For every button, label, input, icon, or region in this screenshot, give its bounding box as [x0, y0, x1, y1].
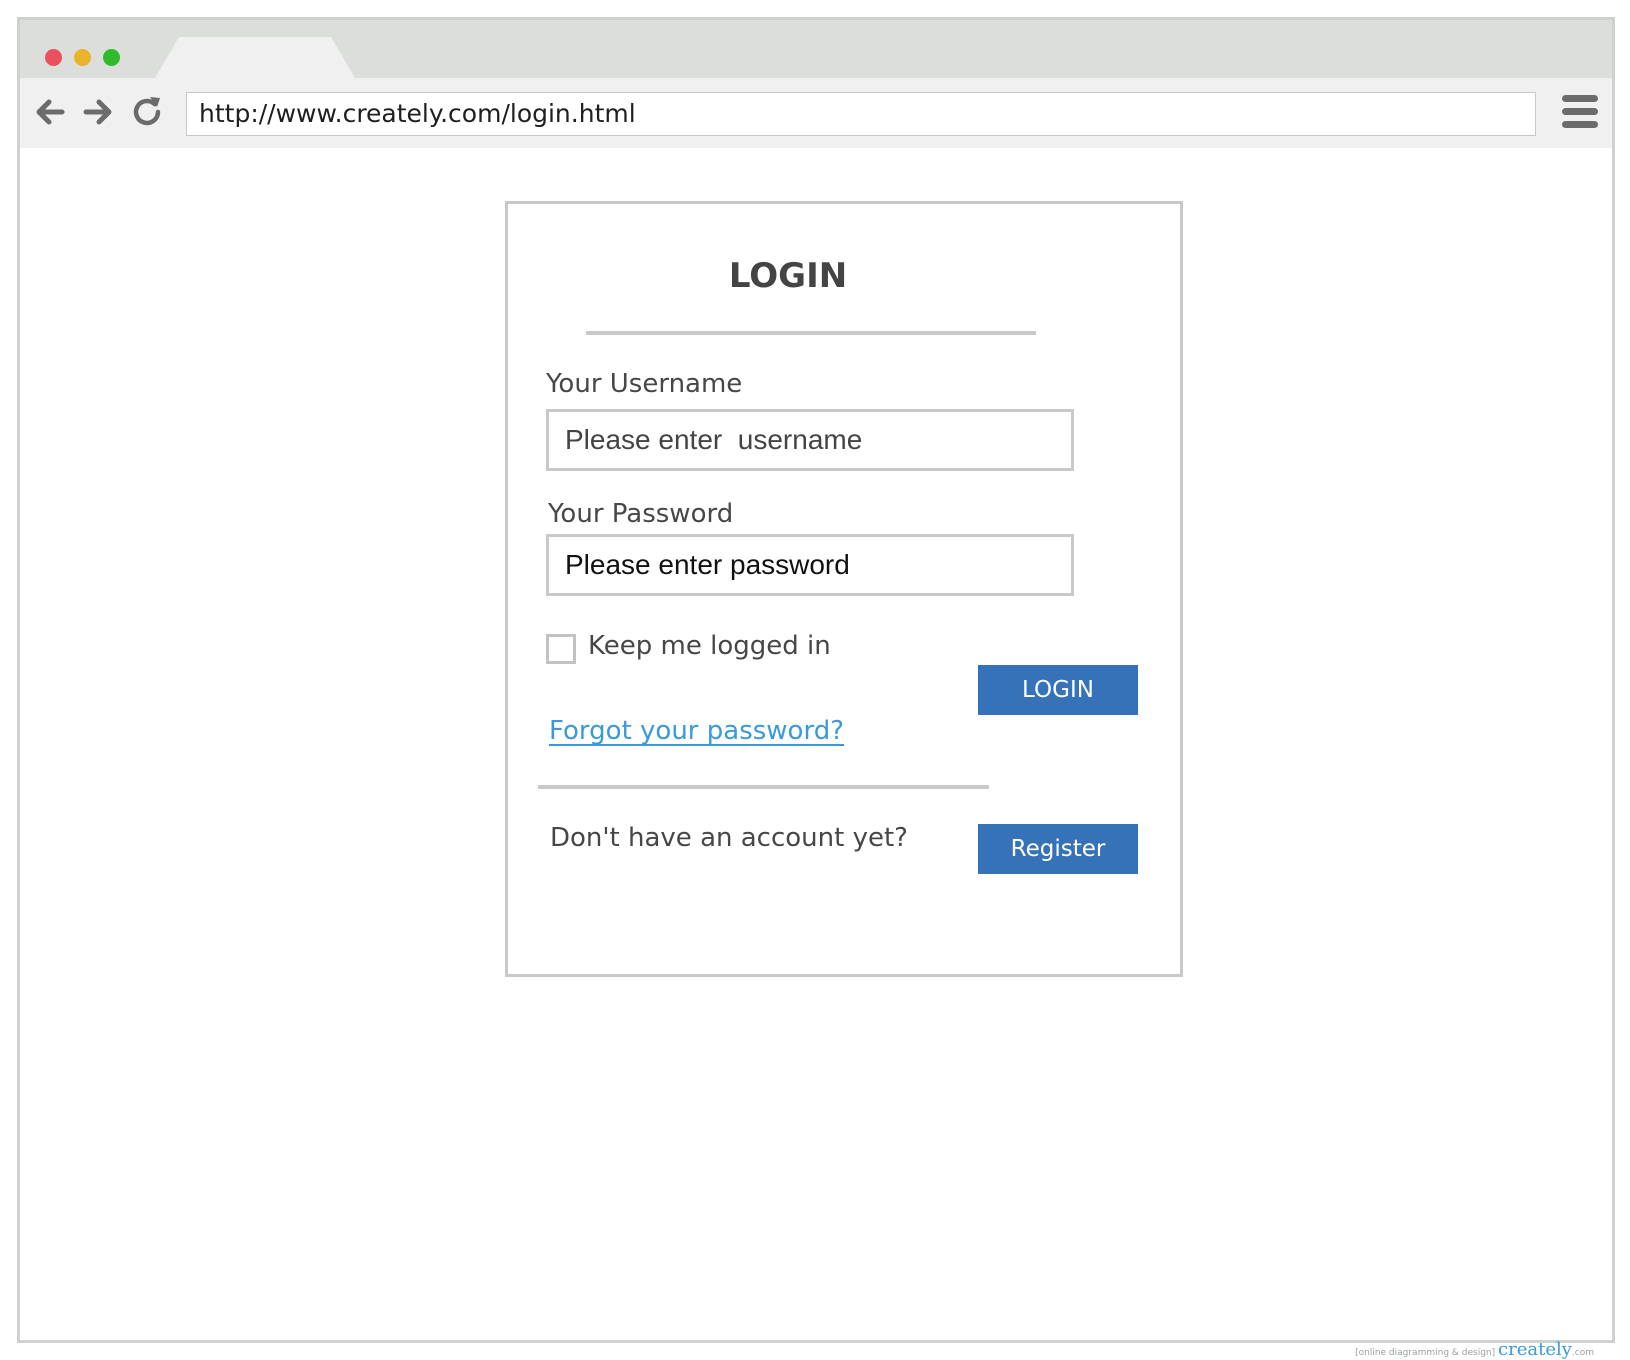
username-input[interactable] [546, 409, 1074, 471]
watermark-suffix: .com [1571, 1348, 1594, 1358]
username-label: Your Username [546, 369, 743, 399]
browser-window: http://www.creately.com/login.html LOGIN… [17, 17, 1615, 1343]
keep-logged-in-label[interactable]: Keep me logged in [588, 631, 831, 661]
no-account-text: Don't have an account yet? [550, 823, 908, 853]
register-button[interactable]: Register [978, 824, 1138, 874]
forgot-password-link[interactable]: Forgot your password? [549, 716, 844, 746]
forward-arrow-icon[interactable] [80, 94, 116, 130]
login-form: LOGIN Your Username Your Password Keep m… [505, 201, 1183, 977]
password-label: Your Password [548, 499, 734, 529]
password-input[interactable] [546, 534, 1074, 596]
tab-bar [20, 20, 1612, 78]
address-bar[interactable]: http://www.creately.com/login.html [186, 92, 1536, 136]
close-window-button[interactable] [45, 49, 62, 66]
title-divider [586, 331, 1036, 335]
navigation-bar: http://www.creately.com/login.html [20, 78, 1612, 148]
maximize-window-button[interactable] [103, 49, 120, 66]
register-divider [538, 785, 989, 789]
back-arrow-icon[interactable] [32, 94, 68, 130]
page-title: LOGIN [728, 256, 848, 296]
login-button[interactable]: LOGIN [978, 665, 1138, 715]
browser-tab[interactable] [155, 37, 355, 78]
reload-icon[interactable] [129, 94, 165, 130]
hamburger-menu-icon[interactable] [1560, 92, 1600, 132]
creately-logo: creately [1498, 1339, 1572, 1360]
creately-watermark: [online diagramming & design] creately.c… [1355, 1339, 1594, 1360]
keep-logged-in-checkbox[interactable] [546, 634, 576, 664]
minimize-window-button[interactable] [74, 49, 91, 66]
watermark-tagline: [online diagramming & design] [1355, 1348, 1496, 1358]
